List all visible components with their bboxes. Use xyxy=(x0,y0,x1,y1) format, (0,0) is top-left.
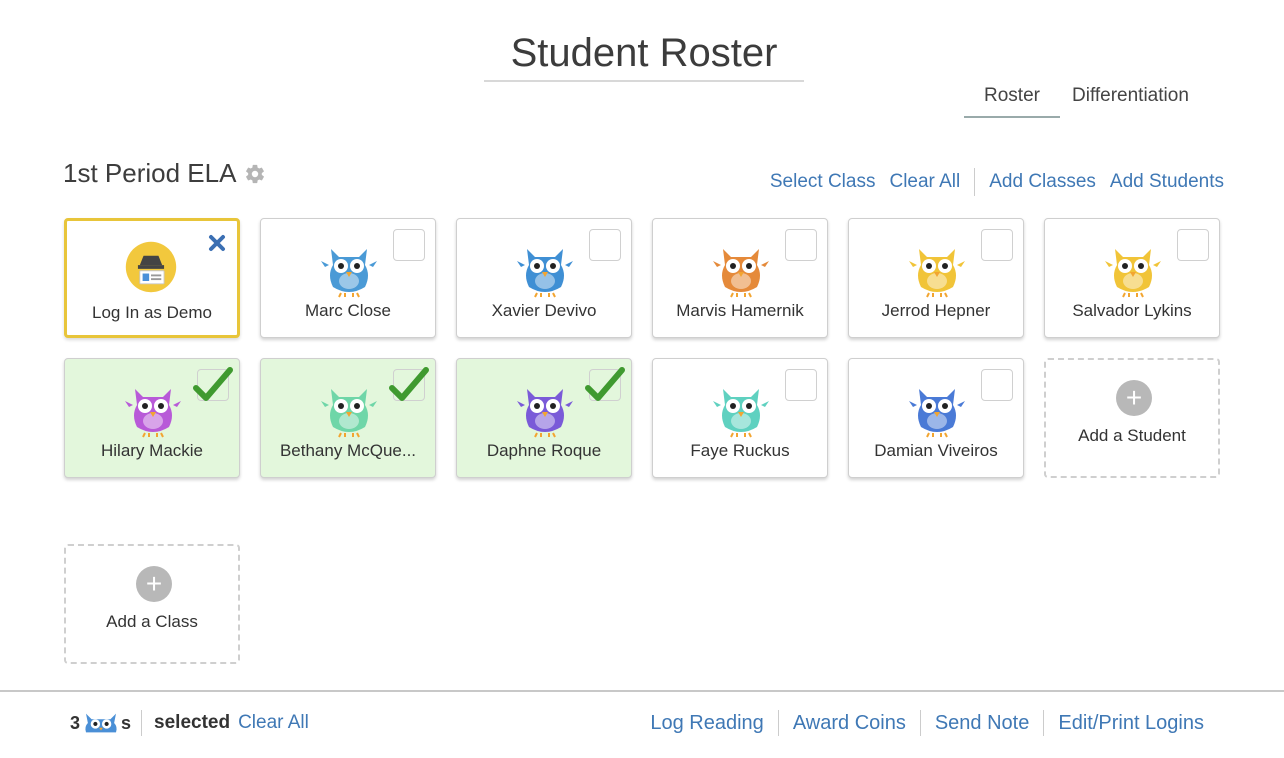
footer-clear-all-link[interactable]: Clear All xyxy=(238,712,309,734)
owl-avatar-icon xyxy=(909,389,965,438)
divider xyxy=(1043,710,1045,736)
page-title: Student Roster xyxy=(510,31,778,75)
owl-icon xyxy=(85,713,117,733)
student-checkbox[interactable] xyxy=(585,367,625,401)
selected-count: 3 xyxy=(70,712,81,733)
plus-icon: + xyxy=(1116,380,1152,416)
add-class-button[interactable]: + Add a Class xyxy=(64,544,240,664)
student-checkbox[interactable] xyxy=(785,369,817,401)
clear-all-link[interactable]: Clear All xyxy=(889,171,960,193)
student-checkbox[interactable] xyxy=(981,369,1013,401)
tab-differentiation[interactable]: Differentiation xyxy=(1060,82,1201,118)
student-card[interactable]: Jerrod Hepner xyxy=(848,218,1024,338)
owl-avatar-icon xyxy=(713,389,769,438)
student-checkbox[interactable] xyxy=(389,367,429,401)
student-name: Salvador Lykins xyxy=(1072,301,1192,320)
demo-login-card[interactable]: Log In as Demo xyxy=(64,218,240,338)
footer-action-bar: 3 s selected Clear All Log Reading Award… xyxy=(0,690,1284,758)
student-checkbox[interactable] xyxy=(393,229,425,261)
student-checkbox[interactable] xyxy=(193,367,233,401)
student-checkbox[interactable] xyxy=(785,229,817,261)
student-checkbox[interactable] xyxy=(589,229,621,261)
student-card[interactable]: Bethany McQue... xyxy=(260,358,436,478)
owl-avatar-icon xyxy=(517,249,573,298)
student-name: Jerrod Hepner xyxy=(881,301,991,320)
tab-roster[interactable]: Roster xyxy=(964,82,1060,118)
student-card[interactable]: Faye Ruckus xyxy=(652,358,828,478)
selected-label: selected xyxy=(154,712,231,733)
class-header: 1st Period ELA xyxy=(63,158,266,189)
plus-icon: + xyxy=(136,566,172,602)
student-checkbox[interactable] xyxy=(981,229,1013,261)
demo-login-label: Log In as Demo xyxy=(91,303,212,322)
add-students-link[interactable]: Add Students xyxy=(1110,171,1224,193)
student-card[interactable]: Marc Close xyxy=(260,218,436,338)
divider xyxy=(974,168,976,196)
student-name: Marvis Hamernik xyxy=(676,301,804,320)
add-classes-link[interactable]: Add Classes xyxy=(989,171,1096,193)
student-card[interactable]: Marvis Hamernik xyxy=(652,218,828,338)
class-actions: Select Class Clear All Add Classes Add S… xyxy=(756,168,1224,196)
divider xyxy=(141,710,143,736)
award-coins-link[interactable]: Award Coins xyxy=(793,712,906,735)
owl-avatar-icon xyxy=(909,249,965,298)
student-name: Xavier Devivo xyxy=(491,301,597,320)
footer-actions: Log Reading Award Coins Send Note Edit/P… xyxy=(650,710,1204,736)
close-icon[interactable] xyxy=(207,233,227,253)
log-reading-link[interactable]: Log Reading xyxy=(650,712,763,735)
owl-avatar-icon xyxy=(1105,249,1161,298)
student-card[interactable]: Hilary Mackie xyxy=(64,358,240,478)
owl-avatar-icon xyxy=(713,249,769,298)
student-checkbox[interactable] xyxy=(1177,229,1209,261)
owl-avatar-icon xyxy=(125,389,181,438)
page-title-container: Student Roster xyxy=(484,28,804,82)
student-name: Daphne Roque xyxy=(486,441,602,460)
divider xyxy=(919,710,921,736)
owl-avatar-icon xyxy=(517,389,573,438)
checkmark-icon xyxy=(585,367,625,401)
owl-suffix: s xyxy=(121,712,132,733)
student-name: Faye Ruckus xyxy=(690,441,790,460)
demo-avatar-icon xyxy=(125,241,177,293)
divider xyxy=(777,710,779,736)
selection-summary: 3 s selected Clear All xyxy=(70,708,309,738)
owl-avatar-icon xyxy=(321,249,377,298)
checkmark-icon xyxy=(193,367,233,401)
add-class-label: Add a Class xyxy=(106,612,198,631)
select-class-link[interactable]: Select Class xyxy=(770,171,876,193)
view-tabs: Roster Differentiation xyxy=(964,82,1201,118)
student-card[interactable]: Damian Viveiros xyxy=(848,358,1024,478)
checkmark-icon xyxy=(389,367,429,401)
add-student-label: Add a Student xyxy=(1078,426,1186,445)
edit-print-logins-link[interactable]: Edit/Print Logins xyxy=(1058,712,1204,735)
student-name: Bethany McQue... xyxy=(279,441,417,460)
student-name: Hilary Mackie xyxy=(100,441,204,460)
send-note-link[interactable]: Send Note xyxy=(935,712,1030,735)
gear-icon[interactable] xyxy=(244,163,266,185)
owl-avatar-icon xyxy=(321,389,377,438)
student-card[interactable]: Salvador Lykins xyxy=(1044,218,1220,338)
student-card[interactable]: Xavier Devivo xyxy=(456,218,632,338)
student-name: Damian Viveiros xyxy=(874,441,998,460)
add-student-button[interactable]: + Add a Student xyxy=(1044,358,1220,478)
student-name: Marc Close xyxy=(305,301,391,320)
student-card[interactable]: Daphne Roque xyxy=(456,358,632,478)
class-name: 1st Period ELA xyxy=(63,158,237,188)
